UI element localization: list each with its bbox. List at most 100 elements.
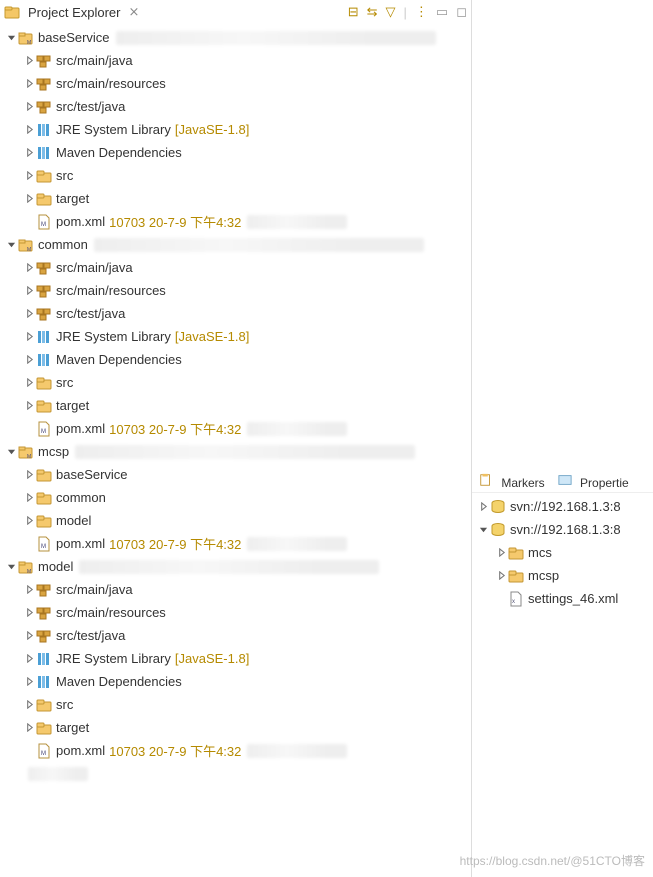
expand-arrow-icon[interactable] [22, 675, 36, 689]
tree-item-src-test-java[interactable]: src/test/java [0, 302, 471, 325]
tree-item-pom-xml[interactable]: Mpom.xml10703 20-7-9 下午4:32 [0, 417, 471, 440]
tree-item-src-main-java[interactable]: src/main/java [0, 578, 471, 601]
tree-item-label: Maven Dependencies [56, 352, 182, 367]
tree-item-baseservice[interactable]: baseService [0, 463, 471, 486]
tree-item-label: src/main/java [56, 53, 133, 68]
expand-arrow-icon[interactable] [22, 652, 36, 666]
tree-item-jre-system-library[interactable]: JRE System Library[JavaSE-1.8] [0, 118, 471, 141]
expand-arrow-icon[interactable] [4, 238, 18, 252]
tab-properties[interactable]: Propertie [557, 472, 629, 490]
expand-arrow-icon[interactable] [22, 77, 36, 91]
tree-item-src[interactable]: src [0, 164, 471, 187]
tree-item-pom-xml[interactable]: Mpom.xml10703 20-7-9 下午4:32 [0, 739, 471, 762]
svn-repo-1[interactable]: svn://192.168.1.3:8 [472, 518, 653, 541]
repo-item-settings-46-xml[interactable]: xsettings_46.xml [472, 587, 653, 610]
project-explorer-icon [4, 4, 20, 20]
expand-arrow-icon[interactable] [22, 583, 36, 597]
tree-item-src-test-java[interactable]: src/test/java [0, 95, 471, 118]
filter-icon[interactable]: ▽ [386, 4, 396, 20]
expand-arrow-icon[interactable] [22, 629, 36, 643]
expand-arrow-icon[interactable] [476, 523, 490, 537]
view-menu-icon[interactable]: ⋮ [415, 4, 428, 20]
tree-item-src[interactable]: src [0, 693, 471, 716]
tree-item-src-main-java[interactable]: src/main/java [0, 256, 471, 279]
arrow-spacer [22, 215, 36, 229]
collapse-all-icon[interactable]: ⊟ [348, 4, 359, 20]
tree-item-jre-system-library[interactable]: JRE System Library[JavaSE-1.8] [0, 325, 471, 348]
expand-arrow-icon[interactable] [22, 468, 36, 482]
tree-item-common[interactable]: common [0, 486, 471, 509]
expand-arrow-icon[interactable] [476, 500, 490, 514]
repo-item-mcsp[interactable]: mcsp [472, 564, 653, 587]
view-toolbar: ⊟ ⇆ ▽ | ⋮ ▭ ◻ [348, 4, 467, 20]
expand-arrow-icon[interactable] [22, 491, 36, 505]
expand-arrow-icon[interactable] [22, 100, 36, 114]
expand-arrow-icon[interactable] [22, 169, 36, 183]
expand-arrow-icon[interactable] [22, 721, 36, 735]
tree-item-target[interactable]: target [0, 394, 471, 417]
tree-item-maven-dependencies[interactable]: Maven Dependencies [0, 141, 471, 164]
watermark: https://blog.csdn.net/@51CTO博客 [460, 852, 645, 869]
tree-item-src-main-java[interactable]: src/main/java [0, 49, 471, 72]
project-common[interactable]: Mcommon [0, 233, 471, 256]
tree-item-maven-dependencies[interactable]: Maven Dependencies [0, 348, 471, 371]
right-pane: Markers Propertie svn://192.168.1.3:8svn… [472, 0, 653, 877]
library-icon [36, 674, 52, 690]
pkgroot-icon [36, 99, 52, 115]
tree-item-model[interactable]: model [0, 509, 471, 532]
library-icon [36, 122, 52, 138]
link-editor-icon[interactable]: ⇆ [367, 4, 378, 20]
expand-arrow-icon[interactable] [4, 560, 18, 574]
expand-arrow-icon[interactable] [22, 123, 36, 137]
tree-item-pom-xml[interactable]: Mpom.xml10703 20-7-9 下午4:32 [0, 532, 471, 555]
expand-arrow-icon[interactable] [22, 146, 36, 160]
tree-item-label: baseService [38, 30, 110, 45]
expand-arrow-icon[interactable] [22, 353, 36, 367]
close-icon[interactable]: ⨯ [128, 4, 139, 20]
tree-item-target[interactable]: target [0, 716, 471, 739]
project-icon: M [18, 444, 34, 460]
tree-item-src-test-java[interactable]: src/test/java [0, 624, 471, 647]
tree-item-src-main-resources[interactable]: src/main/resources [0, 601, 471, 624]
expand-arrow-icon[interactable] [22, 54, 36, 68]
expand-arrow-icon[interactable] [22, 261, 36, 275]
maximize-icon[interactable]: ◻ [456, 4, 467, 20]
tree-item-src-main-resources[interactable]: src/main/resources [0, 279, 471, 302]
expand-arrow-icon[interactable] [22, 284, 36, 298]
redacted-text [247, 422, 347, 436]
expand-arrow-icon[interactable] [22, 307, 36, 321]
tab-markers[interactable]: Markers [478, 472, 545, 490]
right-tabs: Markers Propertie [472, 470, 653, 493]
tree-item-label: JRE System Library [56, 122, 171, 137]
tree-item-label: src [56, 168, 73, 183]
tree-item-src[interactable]: src [0, 371, 471, 394]
expand-arrow-icon[interactable] [4, 31, 18, 45]
expand-arrow-icon[interactable] [22, 376, 36, 390]
tree-item-label: pom.xml [56, 214, 105, 229]
expand-arrow-icon[interactable] [494, 569, 508, 583]
svn-repo-tree[interactable]: svn://192.168.1.3:8svn://192.168.1.3:8mc… [472, 493, 653, 877]
tree-item-jre-system-library[interactable]: JRE System Library[JavaSE-1.8] [0, 647, 471, 670]
tree-item-label: mcsp [528, 568, 559, 583]
expand-arrow-icon[interactable] [494, 546, 508, 560]
expand-arrow-icon[interactable] [22, 606, 36, 620]
tree-item-label: model [38, 559, 73, 574]
expand-arrow-icon[interactable] [22, 514, 36, 528]
tree-item-target[interactable]: target [0, 187, 471, 210]
minimize-icon[interactable]: ▭ [436, 4, 448, 20]
tree-item-src-main-resources[interactable]: src/main/resources [0, 72, 471, 95]
tree-item-label: model [56, 513, 91, 528]
repo-item-mcs[interactable]: mcs [472, 541, 653, 564]
project-tree[interactable]: MbaseServicesrc/main/javasrc/main/resour… [0, 24, 471, 877]
expand-arrow-icon[interactable] [22, 330, 36, 344]
expand-arrow-icon[interactable] [22, 192, 36, 206]
expand-arrow-icon[interactable] [22, 698, 36, 712]
project-mcsp[interactable]: Mmcsp [0, 440, 471, 463]
expand-arrow-icon[interactable] [4, 445, 18, 459]
tree-item-pom-xml[interactable]: Mpom.xml10703 20-7-9 下午4:32 [0, 210, 471, 233]
project-baseService[interactable]: MbaseService [0, 26, 471, 49]
svn-repo-0[interactable]: svn://192.168.1.3:8 [472, 495, 653, 518]
project-model[interactable]: Mmodel [0, 555, 471, 578]
tree-item-maven-dependencies[interactable]: Maven Dependencies [0, 670, 471, 693]
expand-arrow-icon[interactable] [22, 399, 36, 413]
